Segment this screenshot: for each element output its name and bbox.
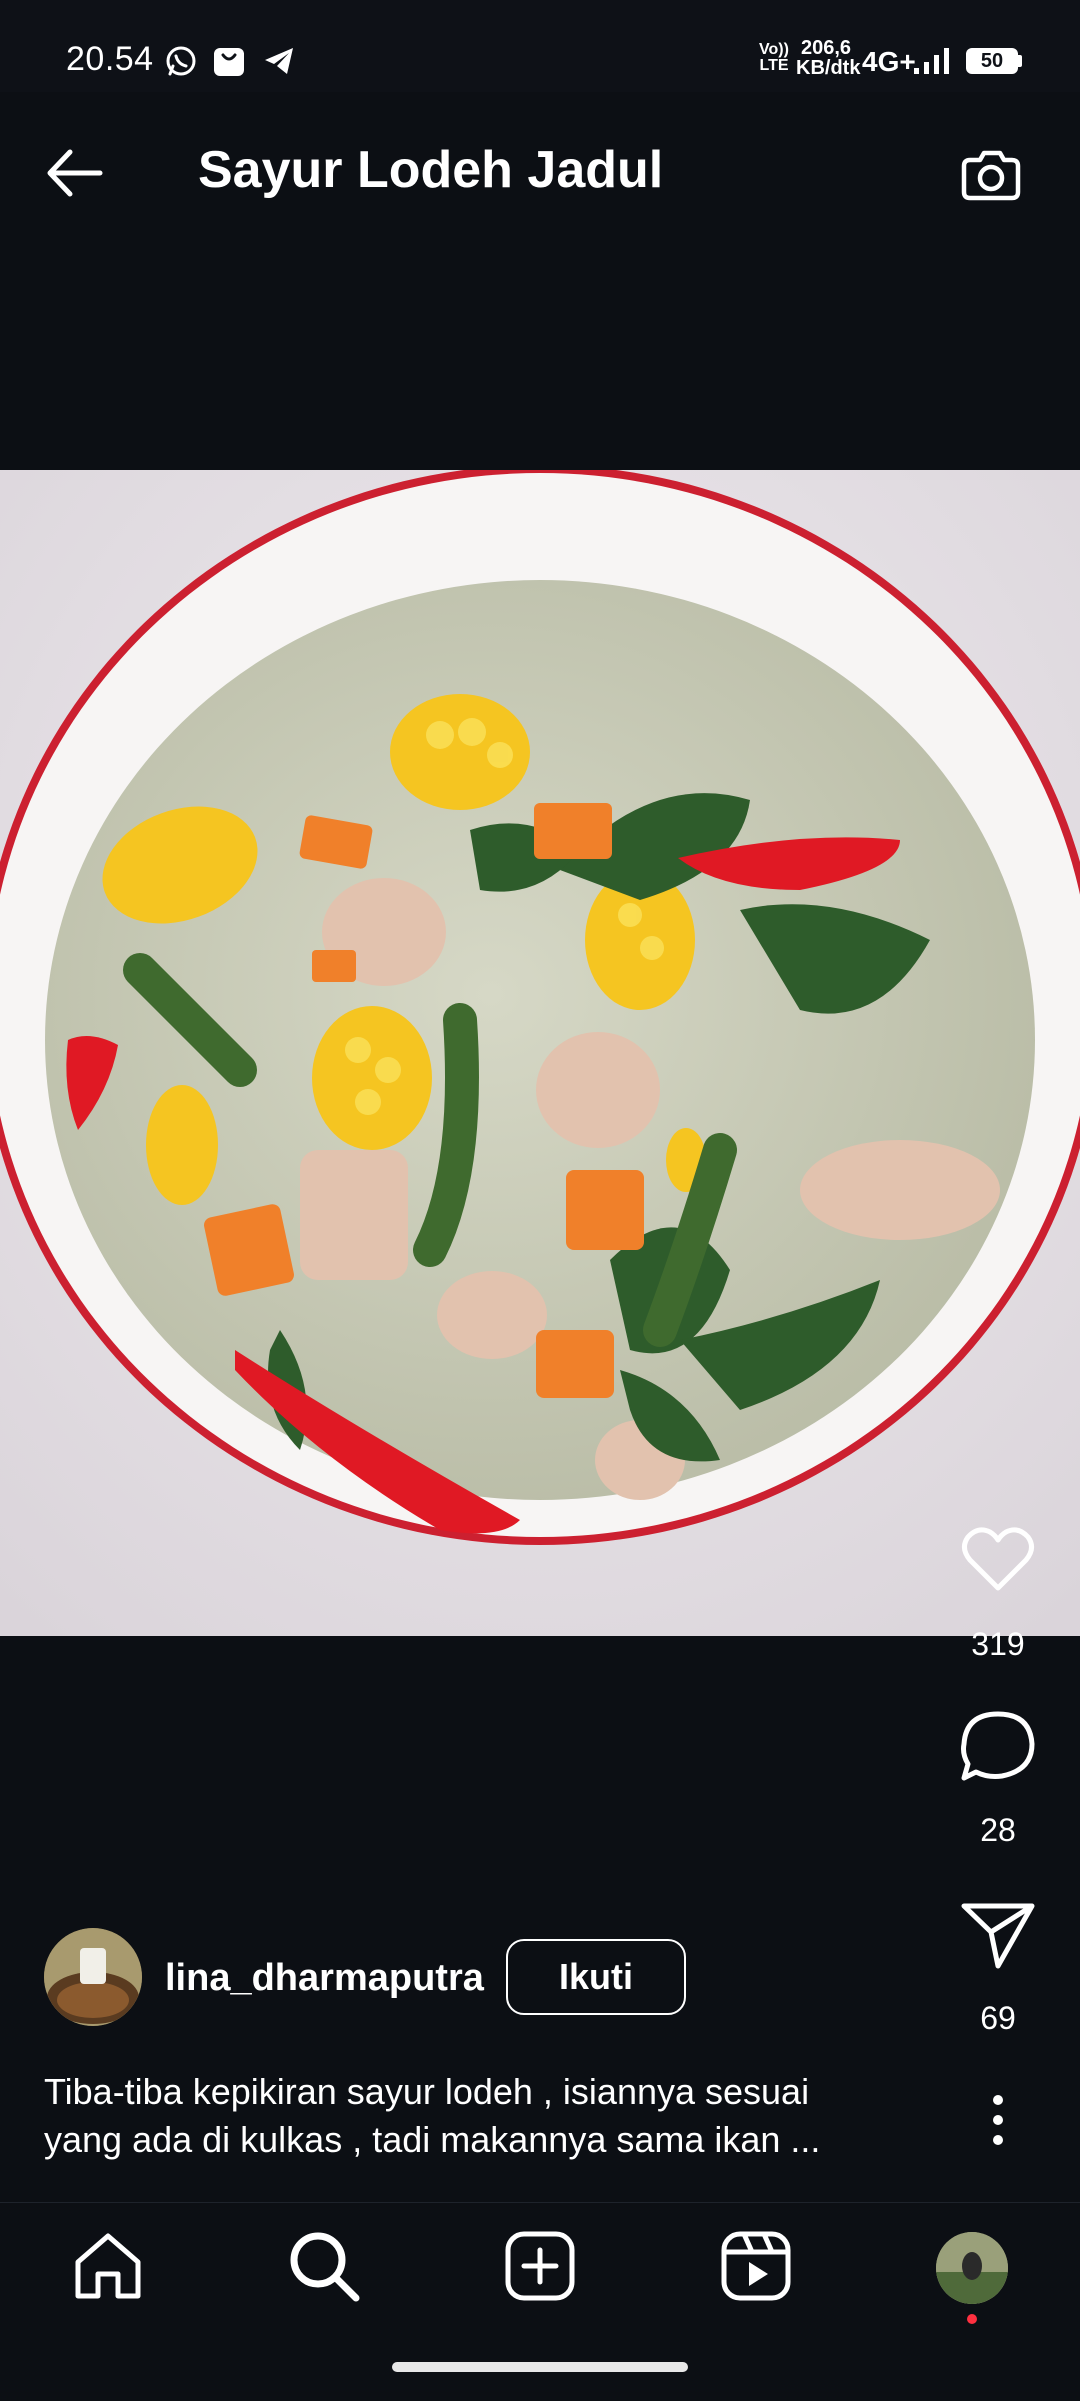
network-speed-value: 206,6 [800, 37, 852, 59]
like-count[interactable]: 319 [918, 1626, 1078, 1663]
search-icon[interactable] [284, 2226, 364, 2306]
volte-indicator: Vo)) LTE [759, 41, 789, 74]
profile-avatar-image [936, 2232, 1008, 2304]
network-speed: 206,6 KB/dtk [796, 37, 861, 79]
network-speed-unit: KB/dtk [796, 57, 861, 79]
heart-icon[interactable] [958, 1520, 1038, 1600]
battery-tip [1018, 55, 1022, 67]
shopping-bag-icon [214, 48, 244, 76]
network-type: 4G+ [862, 46, 916, 77]
telegram-icon [265, 48, 293, 74]
battery-level: 50 [980, 50, 1004, 72]
notification-dot [967, 2314, 977, 2324]
whatsapp-icon [166, 46, 196, 76]
arrow-left-icon[interactable] [40, 138, 110, 208]
status-time: 20.54 [66, 40, 154, 78]
reels-icon[interactable] [716, 2226, 796, 2306]
follow-button[interactable]: Ikuti [506, 1939, 686, 2015]
home-icon[interactable] [68, 2226, 148, 2306]
author-avatar[interactable] [44, 1928, 142, 2026]
signal-icon [914, 48, 949, 74]
author-avatar-image [44, 1928, 142, 2026]
food-photo [0, 470, 1080, 1636]
caption-line-1: Tiba-tiba kepikiran sayur lodeh , isiann… [44, 2071, 810, 2112]
create-icon[interactable] [500, 2226, 580, 2306]
author-username[interactable]: lina_dharmaputra [165, 1957, 484, 2000]
home-indicator[interactable] [392, 2362, 688, 2372]
share-icon[interactable] [958, 1894, 1038, 1974]
page-title: Sayur Lodeh Jadul [198, 141, 664, 199]
profile-avatar[interactable] [936, 2232, 1008, 2304]
post-caption[interactable]: Tiba-tiba kepikiran sayur lodeh , isiann… [44, 2068, 904, 2164]
comment-count[interactable]: 28 [918, 1812, 1078, 1849]
post-photo[interactable] [0, 470, 1080, 1636]
comment-icon[interactable] [958, 1706, 1038, 1786]
share-count[interactable]: 69 [918, 2000, 1078, 2037]
more-options-icon[interactable] [980, 2090, 1016, 2150]
caption-line-2: yang ada di kulkas , tadi makannya sama … [44, 2119, 821, 2160]
camera-icon[interactable] [956, 140, 1026, 210]
